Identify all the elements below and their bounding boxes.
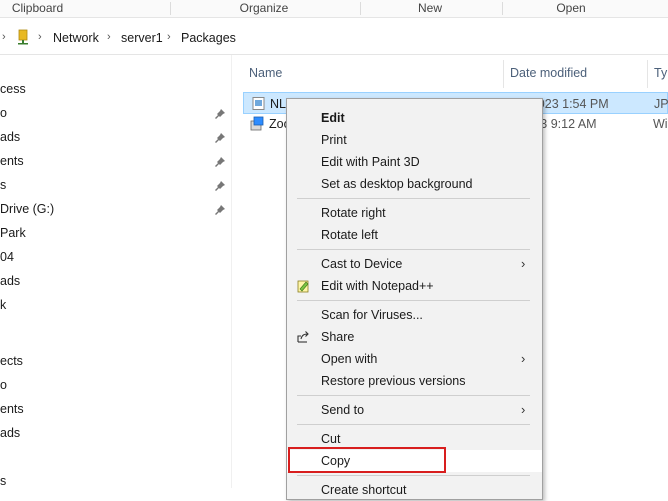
nav-item[interactable]: k	[0, 296, 6, 314]
menu-item-send-to[interactable]: Send to ›	[287, 399, 542, 421]
menu-item-cast-to-device[interactable]: Cast to Device ›	[287, 253, 542, 275]
menu-item-label: Cast to Device	[321, 257, 403, 271]
pin-icon[interactable]	[214, 180, 226, 192]
menu-item-rotate-left[interactable]: Rotate left	[287, 224, 542, 246]
menu-separator	[297, 198, 530, 199]
file-type: Wi	[653, 117, 668, 131]
menu-separator	[297, 300, 530, 301]
network-drive-icon	[18, 29, 28, 45]
chevron-right-icon[interactable]: ›	[107, 31, 111, 43]
nav-item[interactable]: o	[0, 376, 7, 394]
breadcrumb-network[interactable]: Network	[53, 31, 99, 45]
image-file-icon	[252, 97, 265, 110]
menu-item-label: Open with	[321, 352, 378, 366]
pin-icon[interactable]	[214, 156, 226, 168]
nav-item[interactable]: s	[0, 472, 6, 490]
nav-item[interactable]: ads	[0, 424, 20, 442]
menu-item-set-desktop-background[interactable]: Set as desktop background	[287, 173, 542, 195]
address-bar[interactable]: › › Network › server1 › Packages	[0, 18, 668, 55]
menu-item-label: Edit with Paint 3D	[321, 155, 420, 169]
pin-icon[interactable]	[214, 204, 226, 216]
pin-icon[interactable]	[214, 108, 226, 120]
column-header-name[interactable]: Name	[249, 66, 282, 80]
ribbon-group-clipboard[interactable]: Clipboard	[0, 0, 75, 17]
menu-item-rotate-right[interactable]: Rotate right	[287, 202, 542, 224]
nav-item[interactable]: ents	[0, 152, 24, 170]
menu-separator	[297, 395, 530, 396]
notepad-plus-plus-icon	[297, 280, 309, 293]
file-type: JPG	[654, 97, 668, 111]
menu-item-edit-with-paint-3d[interactable]: Edit with Paint 3D	[287, 151, 542, 173]
nav-item[interactable]: ents	[0, 400, 24, 418]
ribbon-group-new[interactable]: New	[360, 0, 500, 17]
menu-item-create-shortcut[interactable]: Create shortcut	[287, 479, 542, 501]
chevron-right-icon[interactable]: ›	[38, 31, 42, 43]
nav-item[interactable]: 04	[0, 248, 14, 266]
column-separator[interactable]	[503, 60, 504, 88]
ribbon-bar: Clipboard Organize New Open	[0, 0, 668, 18]
nav-item[interactable]: Park	[0, 224, 26, 242]
column-header-date-modified[interactable]: Date modified	[510, 66, 587, 80]
menu-item-edit-with-notepad[interactable]: Edit with Notepad++	[287, 275, 542, 297]
nav-item[interactable]: cess	[0, 80, 26, 98]
menu-item-label: Scan for Viruses...	[321, 308, 423, 322]
menu-separator	[297, 475, 530, 476]
breadcrumb-packages[interactable]: Packages	[181, 31, 236, 45]
nav-item[interactable]: Drive (G:)	[0, 200, 54, 218]
column-separator[interactable]	[647, 60, 648, 88]
ribbon-group-organize[interactable]: Organize	[170, 0, 358, 17]
pin-icon[interactable]	[214, 132, 226, 144]
menu-item-label: Rotate right	[321, 206, 386, 220]
context-menu: Edit Print Edit with Paint 3D Set as des…	[286, 98, 543, 500]
navigation-pane[interactable]: cess o ads ents s Drive (G:) Park 04 ads…	[0, 55, 232, 488]
chevron-right-icon[interactable]: ›	[167, 31, 171, 43]
nav-item[interactable]: s	[0, 176, 6, 194]
menu-item-restore-previous-versions[interactable]: Restore previous versions	[287, 370, 542, 392]
installer-icon	[250, 116, 264, 131]
menu-item-print[interactable]: Print	[287, 129, 542, 151]
menu-separator	[297, 424, 530, 425]
nav-item[interactable]: ads	[0, 128, 20, 146]
menu-item-label: Share	[321, 330, 355, 344]
menu-item-label: Edit	[321, 111, 345, 125]
breadcrumb-server1[interactable]: server1	[121, 31, 163, 45]
menu-item-label: Send to	[321, 403, 365, 417]
share-icon	[297, 331, 309, 343]
menu-item-label: Rotate left	[321, 228, 378, 242]
menu-item-label: Print	[321, 133, 347, 147]
menu-item-scan-for-viruses[interactable]: Scan for Viruses...	[287, 304, 542, 326]
menu-item-open-with[interactable]: Open with ›	[287, 348, 542, 370]
menu-item-label: Edit with Notepad++	[321, 279, 434, 293]
menu-separator	[297, 249, 530, 250]
ribbon-group-open[interactable]: Open	[502, 0, 640, 17]
nav-item[interactable]: ads	[0, 272, 20, 290]
nav-item[interactable]: o	[0, 104, 7, 122]
chevron-right-icon[interactable]: ›	[2, 31, 6, 43]
menu-item-edit[interactable]: Edit	[287, 107, 542, 129]
menu-item-label: Restore previous versions	[321, 374, 466, 388]
nav-item[interactable]: ects	[0, 352, 23, 370]
column-header-row: Name Date modified Typ	[240, 60, 668, 88]
chevron-right-icon: ›	[521, 402, 526, 417]
menu-item-label: Set as desktop background	[321, 177, 473, 191]
highlight-box	[288, 447, 446, 473]
menu-item-share[interactable]: Share	[287, 326, 542, 348]
chevron-right-icon: ›	[521, 351, 526, 366]
menu-item-label: Create shortcut	[321, 483, 407, 497]
chevron-right-icon: ›	[521, 256, 526, 271]
column-header-type[interactable]: Typ	[654, 66, 668, 80]
